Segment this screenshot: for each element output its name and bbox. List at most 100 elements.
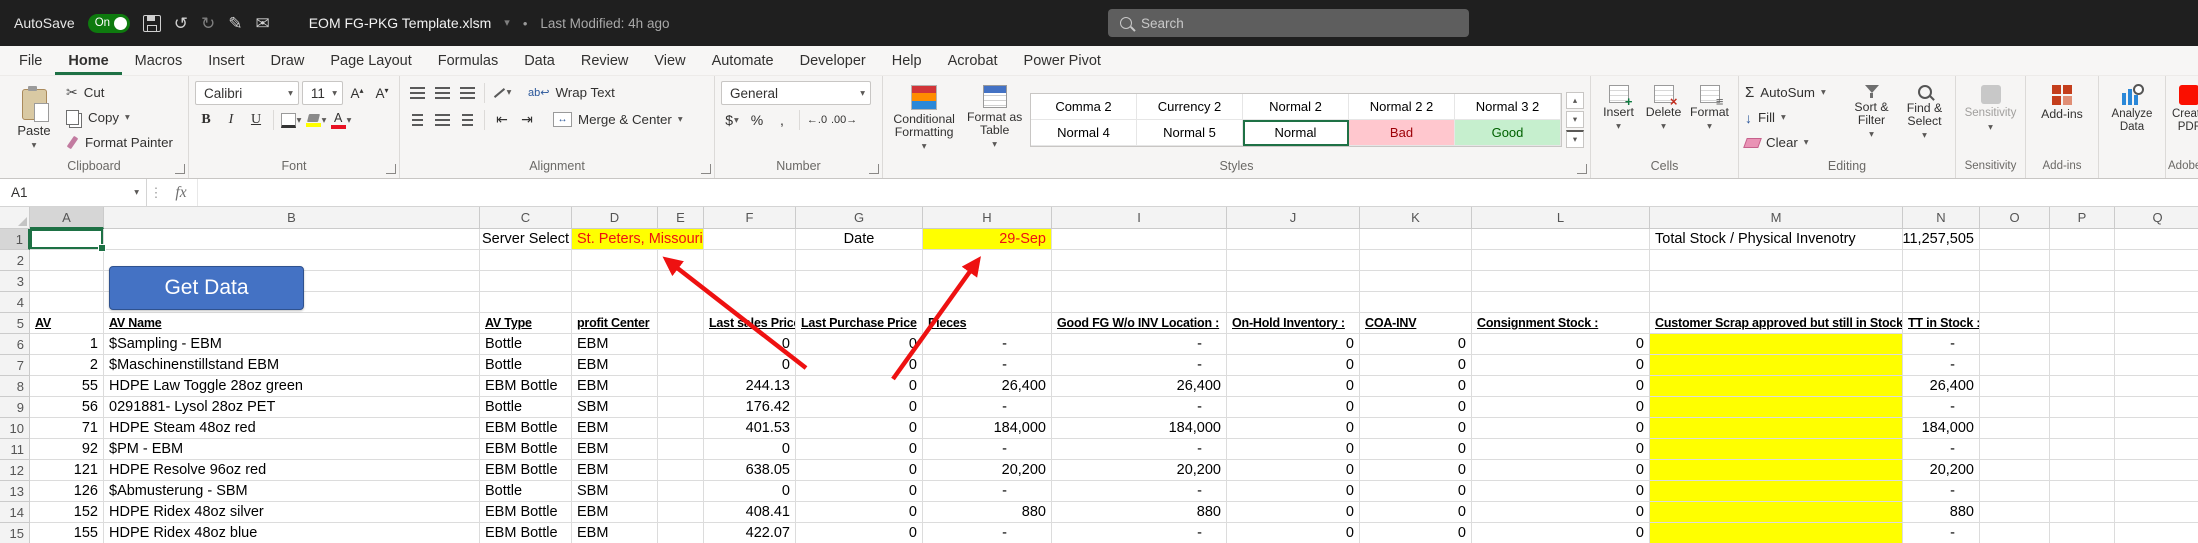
cell-C4[interactable] [480,292,572,313]
cell-H8[interactable]: 26,400 [923,376,1052,397]
gallery-down-button[interactable]: ▾ [1566,111,1584,128]
cell-C7[interactable]: Bottle [480,355,572,376]
cell-B12[interactable]: HDPE Resolve 96oz red [104,460,480,481]
cell-I12[interactable]: 20,200 [1052,460,1227,481]
cell-B5[interactable]: AV Name [104,313,480,334]
cell-L6[interactable]: 0 [1472,334,1650,355]
cell-O4[interactable] [1980,292,2050,313]
cell-O2[interactable] [1980,250,2050,271]
cell-M5[interactable]: Customer Scrap approved but still in Sto… [1650,313,1903,334]
cell-K15[interactable]: 0 [1360,523,1472,543]
cell-O12[interactable] [1980,460,2050,481]
row-header-10[interactable]: 10 [0,418,30,439]
addins-button[interactable]: Add-ins [2032,81,2092,158]
cell-G6[interactable]: 0 [796,334,923,355]
undo-icon[interactable]: ↺ [174,15,188,32]
cell-A14[interactable]: 152 [30,502,104,523]
style-good[interactable]: Good [1455,120,1561,146]
format-cells-button[interactable]: ≡ Format ▾ [1687,81,1732,158]
document-title[interactable]: EOM FG-PKG Template.xlsm [309,15,492,31]
create-pdf-button[interactable]: Create PDF [2172,81,2198,158]
cell-F2[interactable] [704,250,796,271]
cell-F6[interactable]: 0 [704,334,796,355]
redo-icon[interactable]: ↻ [201,15,215,32]
style-normal-4[interactable]: Normal 4 [1031,120,1137,146]
cell-G3[interactable] [796,271,923,292]
cell-G1[interactable]: Date [796,229,923,250]
cell-E15[interactable] [658,523,704,543]
conditional-formatting-button[interactable]: Conditional Formatting ▾ [889,81,959,158]
cell-H5[interactable]: Pieces [923,313,1052,334]
cell-C9[interactable]: Bottle [480,397,572,418]
cell-E5[interactable] [658,313,704,334]
increase-decimal-button[interactable]: ←.0 [806,109,828,131]
sensitivity-button[interactable]: Sensitivity ▾ [1962,81,2019,158]
fill-button[interactable]: ↓Fill▾ [1745,106,1843,129]
cell-P14[interactable] [2050,502,2115,523]
number-format-select[interactable]: General▾ [721,81,871,105]
cell-J8[interactable]: 0 [1227,376,1360,397]
menu-tab-insert[interactable]: Insert [195,46,257,75]
gallery-up-button[interactable]: ▴ [1566,92,1584,109]
cell-K8[interactable]: 0 [1360,376,1472,397]
cell-N5[interactable]: TT in Stock : [1903,313,1980,334]
cell-G4[interactable] [796,292,923,313]
cell-D9[interactable]: SBM [572,397,658,418]
menu-tab-macros[interactable]: Macros [122,46,196,75]
cell-Q12[interactable] [2115,460,2198,481]
cell-J2[interactable] [1227,250,1360,271]
row-header-3[interactable]: 3 [0,271,30,292]
cell-L3[interactable] [1472,271,1650,292]
row-header-1[interactable]: 1 [0,229,30,250]
cell-C6[interactable]: Bottle [480,334,572,355]
style-normal-3-2[interactable]: Normal 3 2 [1455,94,1561,120]
style-currency-2[interactable]: Currency 2 [1137,94,1243,120]
cell-D3[interactable] [572,271,658,292]
cell-L7[interactable]: 0 [1472,355,1650,376]
cell-F7[interactable]: 0 [704,355,796,376]
cell-G8[interactable]: 0 [796,376,923,397]
menu-tab-formulas[interactable]: Formulas [425,46,511,75]
cell-C11[interactable]: EBM Bottle [480,439,572,460]
cell-B10[interactable]: HDPE Steam 48oz red [104,418,480,439]
cell-P9[interactable] [2050,397,2115,418]
shrink-font-button[interactable]: A▾ [371,82,393,104]
row-header-7[interactable]: 7 [0,355,30,376]
cell-K7[interactable]: 0 [1360,355,1472,376]
cell-D14[interactable]: EBM [572,502,658,523]
cell-D7[interactable]: EBM [572,355,658,376]
row-header-6[interactable]: 6 [0,334,30,355]
column-header-J[interactable]: J [1227,207,1360,229]
row-header-13[interactable]: 13 [0,481,30,502]
cell-K10[interactable]: 0 [1360,418,1472,439]
row-header-2[interactable]: 2 [0,250,30,271]
increase-indent-button[interactable]: ⇥ [516,109,538,131]
cell-Q11[interactable] [2115,439,2198,460]
cell-P3[interactable] [2050,271,2115,292]
column-header-F[interactable]: F [704,207,796,229]
column-header-O[interactable]: O [1980,207,2050,229]
cell-P5[interactable] [2050,313,2115,334]
cell-G10[interactable]: 0 [796,418,923,439]
row-header-5[interactable]: 5 [0,313,30,334]
autosum-button[interactable]: ΣAutoSum▾ [1745,81,1843,104]
cell-P6[interactable] [2050,334,2115,355]
cell-A4[interactable] [30,292,104,313]
cell-H4[interactable] [923,292,1052,313]
find-select-button[interactable]: Find & Select ▾ [1900,81,1949,158]
cell-A7[interactable]: 2 [30,355,104,376]
cell-F12[interactable]: 638.05 [704,460,796,481]
column-header-C[interactable]: C [480,207,572,229]
cell-B13[interactable]: $Abmusterung - SBM [104,481,480,502]
row-header-11[interactable]: 11 [0,439,30,460]
cell-I10[interactable]: 184,000 [1052,418,1227,439]
cell-P8[interactable] [2050,376,2115,397]
cell-L4[interactable] [1472,292,1650,313]
cell-Q7[interactable] [2115,355,2198,376]
column-header-K[interactable]: K [1360,207,1472,229]
cell-Q15[interactable] [2115,523,2198,543]
cell-P1[interactable] [2050,229,2115,250]
cell-I3[interactable] [1052,271,1227,292]
cell-K2[interactable] [1360,250,1472,271]
formula-input[interactable] [197,179,2198,206]
